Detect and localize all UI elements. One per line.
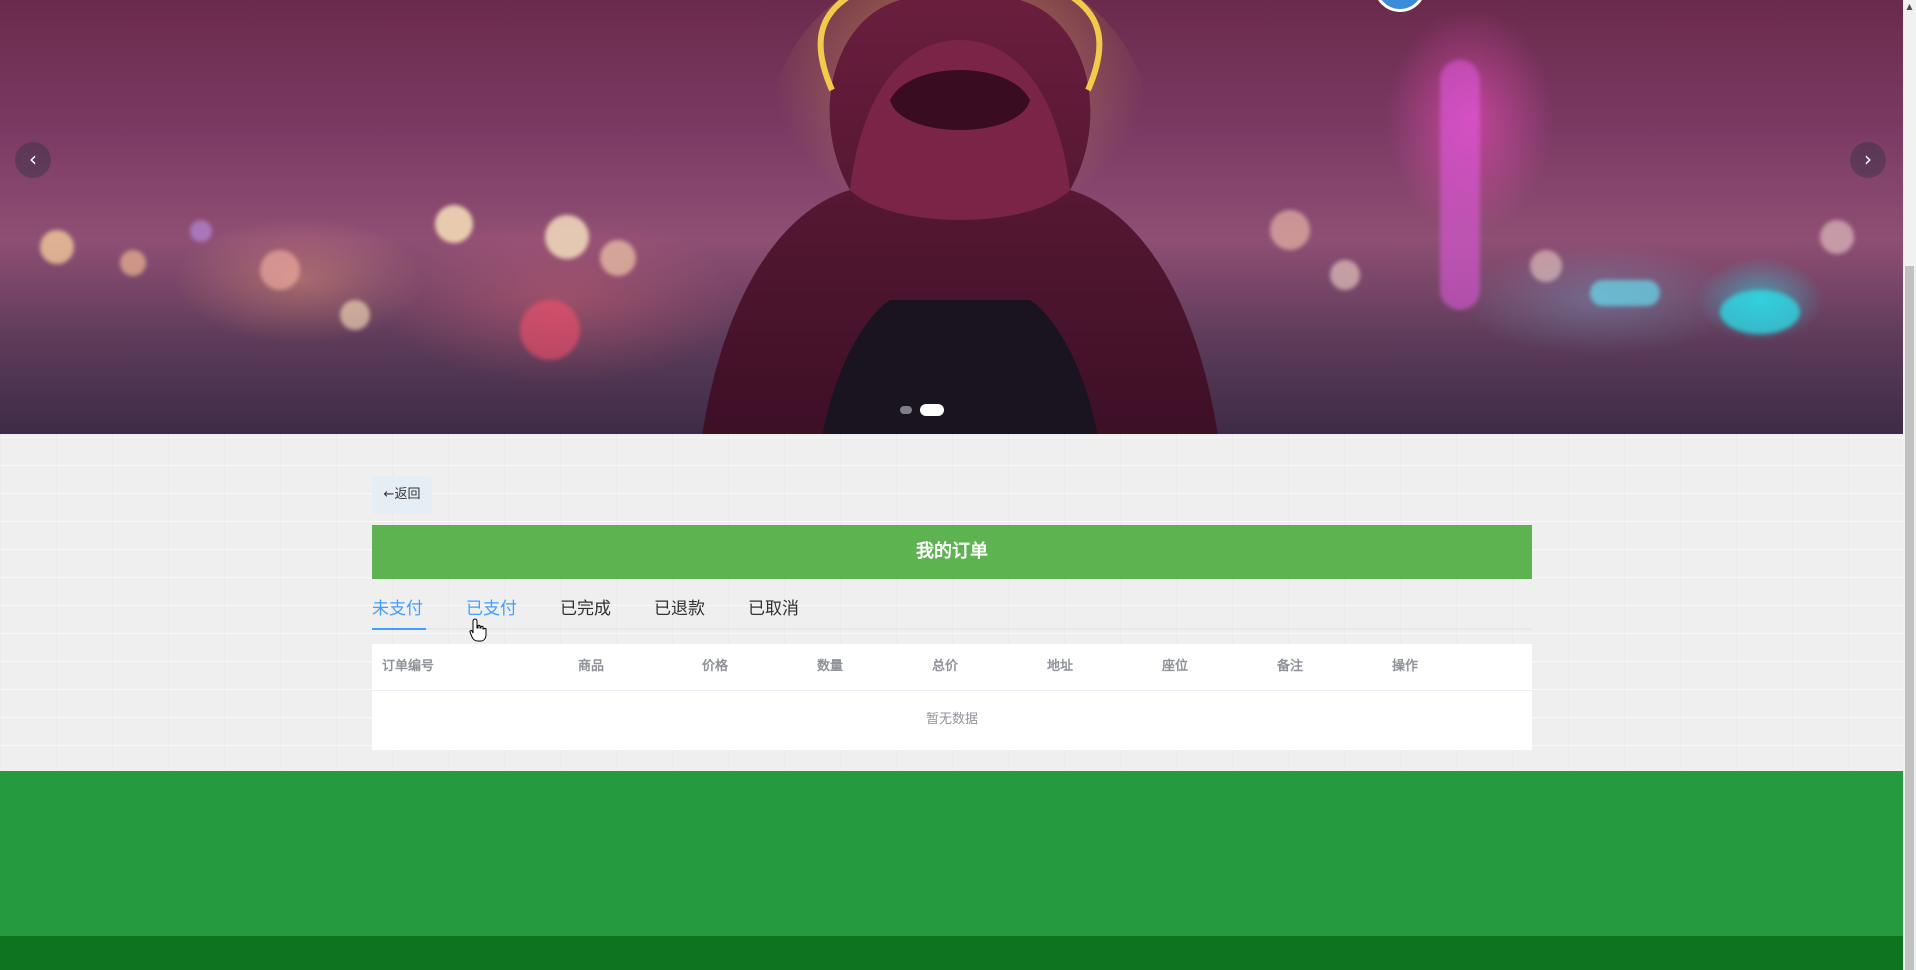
vertical-scrollbar[interactable]: ▲: [1903, 0, 1916, 970]
column-header-remark: 备注: [1277, 659, 1304, 674]
bokeh-light: [1270, 210, 1310, 250]
tab-cancelled[interactable]: 已取消: [748, 594, 799, 628]
column-header-quantity: 数量: [817, 659, 844, 674]
bokeh-light: [1820, 220, 1854, 254]
bokeh-light: [1330, 260, 1360, 290]
order-status-tabs: 未支付 已支付 已完成 已退款 已取消: [372, 594, 1532, 630]
column-header-product: 商品: [578, 659, 605, 674]
column-header-order-number: 订单编号: [382, 659, 435, 674]
carousel-indicator[interactable]: [900, 406, 912, 414]
column-header-address: 地址: [1047, 659, 1074, 674]
bokeh-light: [1590, 280, 1660, 306]
column-header-actions: 操作: [1392, 659, 1419, 674]
carousel-next-button[interactable]: ›: [1850, 142, 1886, 178]
bokeh-light: [120, 250, 146, 276]
bokeh-light: [520, 300, 580, 360]
carousel-prev-button[interactable]: ‹: [15, 142, 51, 178]
orders-table: 订单编号 商品 价格 数量 总价 地址 座位 备注 操作 暂无数据: [372, 644, 1532, 750]
carousel-indicator-active[interactable]: [920, 404, 944, 416]
hooded-figure-illustration: [702, 0, 1218, 434]
bokeh-light: [1720, 290, 1800, 334]
page: ‹ › ←返回 我的订单 未支付 已支付 已完成 已退款 已取消 订单编号 商品…: [0, 0, 1903, 970]
chevron-left-icon: ‹: [29, 147, 37, 171]
column-header-price: 价格: [702, 659, 729, 674]
bokeh-light: [1440, 60, 1480, 310]
table-empty-text: 暂无数据: [925, 712, 978, 727]
footer-bottom-bar: [0, 936, 1903, 970]
column-header-total: 总价: [932, 659, 959, 674]
bokeh-light: [190, 220, 212, 242]
hand-pointer-cursor: [469, 618, 487, 642]
page-title: 我的订单: [372, 525, 1532, 579]
carousel-indicators: [900, 404, 944, 416]
tab-refunded[interactable]: 已退款: [654, 594, 705, 628]
bokeh-light: [435, 205, 473, 243]
hero-carousel: ‹ ›: [0, 0, 1903, 434]
tab-unpaid[interactable]: 未支付: [372, 594, 423, 628]
bokeh-light: [1530, 250, 1562, 282]
bokeh-light: [40, 230, 74, 264]
tab-completed[interactable]: 已完成: [560, 594, 611, 628]
tab-active-indicator: [372, 628, 426, 630]
table-header: 订单编号 商品 价格 数量 总价 地址 座位 备注 操作: [372, 644, 1532, 691]
bokeh-light: [340, 300, 370, 330]
bokeh-light: [260, 250, 300, 290]
viewport: ‹ › ←返回 我的订单 未支付 已支付 已完成 已退款 已取消 订单编号 商品…: [0, 0, 1916, 970]
back-button[interactable]: ←返回: [372, 476, 432, 514]
floating-avatar[interactable]: [1374, 0, 1426, 12]
scrollbar-thumb[interactable]: [1905, 266, 1914, 970]
footer: [0, 771, 1903, 936]
scroll-up-arrow-icon[interactable]: ▲: [1903, 0, 1916, 14]
chevron-right-icon: ›: [1864, 147, 1872, 171]
bokeh-light: [600, 240, 636, 276]
bokeh-light: [545, 215, 589, 259]
column-header-seat: 座位: [1162, 659, 1189, 674]
